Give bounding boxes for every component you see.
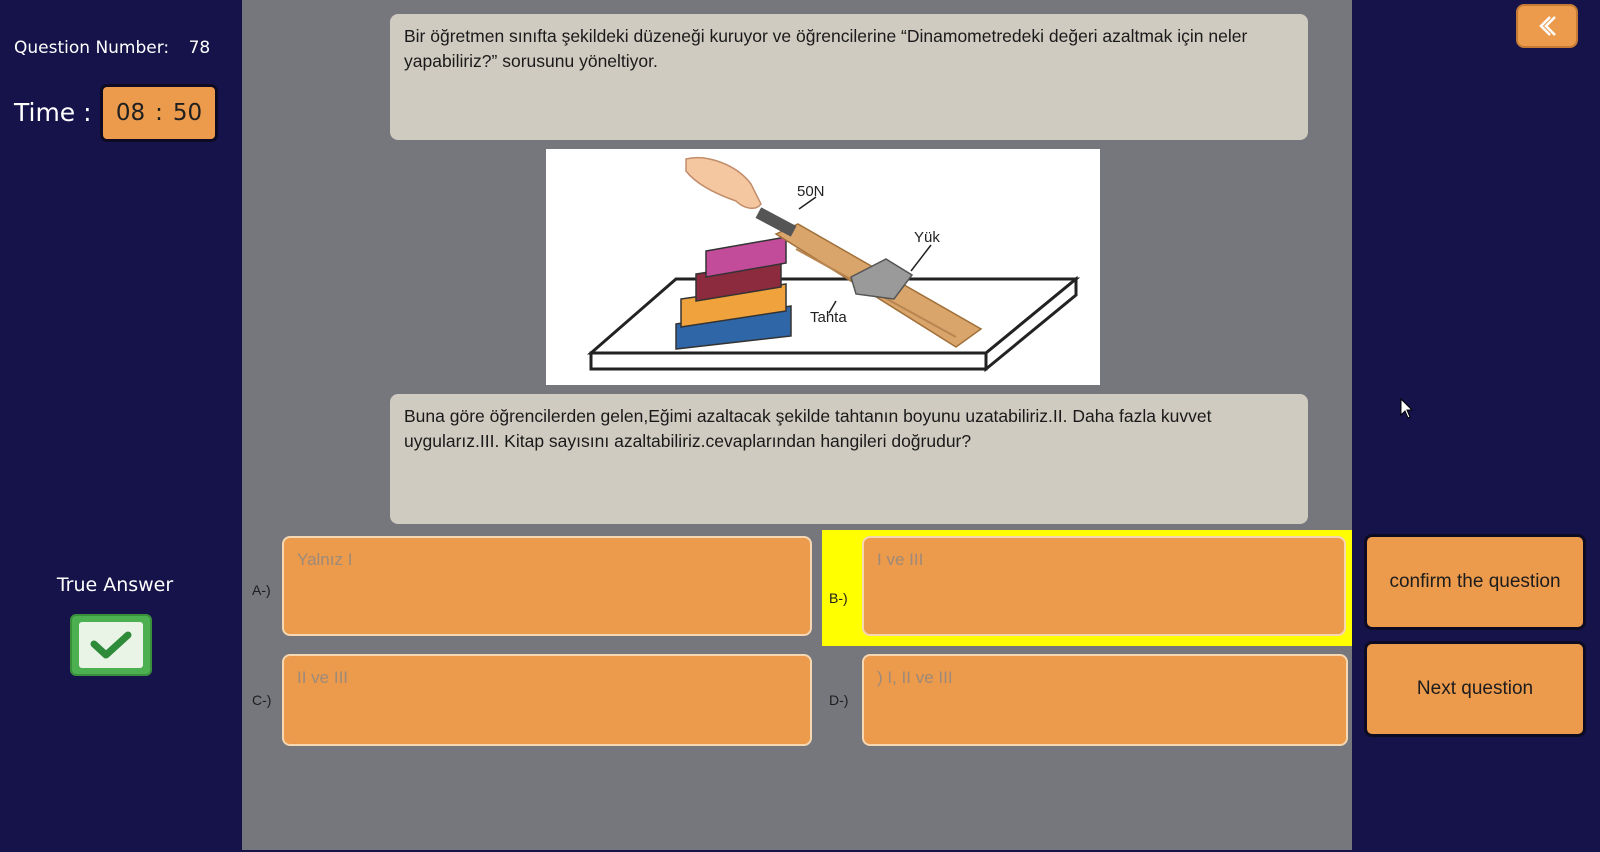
option-c-button[interactable]: II ve III [282,654,812,746]
question-figure: 50N Yük Tahta [546,149,1100,385]
mouse-cursor-icon [1400,398,1414,419]
option-a-prefix: A-) [252,582,271,598]
true-answer-label: True Answer [56,574,174,596]
figure-label-board: Tahta [810,309,847,326]
confirm-question-button[interactable]: confirm the question [1364,534,1586,630]
left-panel: Question Number: 78 Time : 08 : 50 True … [0,0,242,852]
back-button[interactable] [1516,4,1578,48]
figure-label-load: Yük [914,229,940,246]
timer-seconds: 50 [172,100,203,126]
option-d-button[interactable]: ) I, II ve III [862,654,1348,746]
question-number-label: Question Number: [14,38,170,58]
option-a-button[interactable]: Yalnız I [282,536,812,636]
question-intro-text: Bir öğretmen sınıfta şekildeki düzeneği … [390,14,1308,140]
chevron-left-icon [1539,16,1556,36]
timer-minutes: 08 [115,100,146,126]
time-label: Time : [14,98,92,127]
option-b-button[interactable]: I ve III [862,536,1346,636]
question-number: Question Number: 78 [14,38,210,58]
timer-separator: : [155,100,163,126]
question-body-text: Buna göre öğrencilerden gelen,Eğimi azal… [390,394,1308,524]
inclined-plane-illustration: 50N Yük Tahta [586,157,1081,373]
figure-label-force: 50N [797,183,825,200]
true-answer-indicator [70,614,152,676]
option-d-prefix: D-) [829,692,849,708]
next-question-button[interactable]: Next question [1364,641,1586,737]
option-c-prefix: C-) [252,692,272,708]
check-icon [90,631,132,659]
timer-display: 08 : 50 [100,84,218,142]
question-number-value: 78 [188,38,211,58]
option-b-prefix: B-) [829,590,848,606]
